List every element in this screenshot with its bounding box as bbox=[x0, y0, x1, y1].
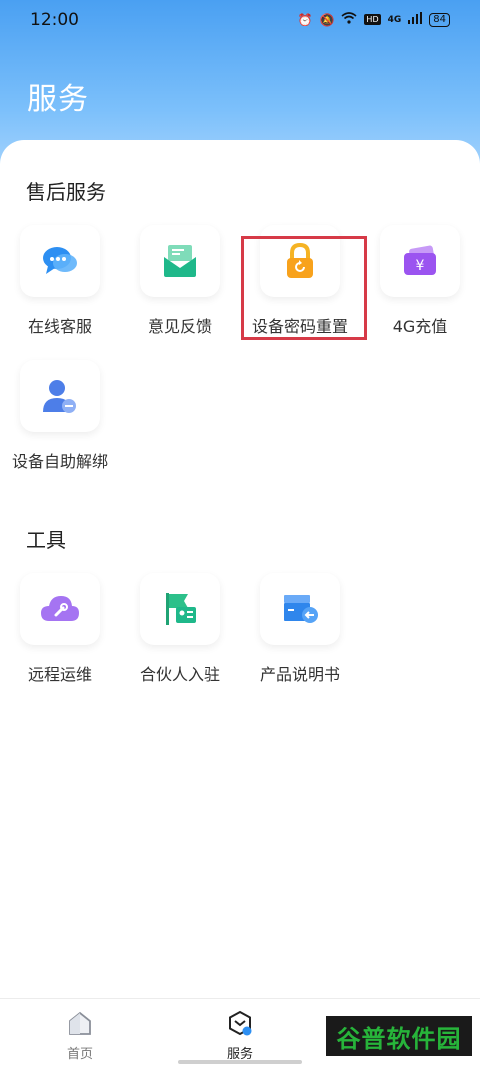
user-remove-icon bbox=[43, 380, 76, 413]
svg-text:¥: ¥ bbox=[416, 258, 425, 274]
tool-partner-join[interactable]: 合伙人入驻 bbox=[120, 573, 240, 698]
flag-id-card-icon bbox=[166, 593, 196, 625]
highlight-box bbox=[241, 236, 367, 340]
box-return-icon bbox=[284, 595, 318, 623]
status-bar: 12:00 ⏰ 🔕 HD 4G 84 bbox=[0, 0, 480, 40]
service-device-self-unbind[interactable]: 设备自助解绑 bbox=[0, 360, 120, 485]
wifi-icon bbox=[341, 12, 357, 27]
nav-home-label: 首页 bbox=[66, 1047, 93, 1062]
section-title-after-sales: 售后服务 bbox=[26, 180, 106, 204]
tool-label: 合伙人入驻 bbox=[139, 665, 220, 684]
content-card: 售后服务 在线客服 意见反馈 设备密码重置 ¥ 4G充值 设备自助解绑 工具 远… bbox=[0, 140, 480, 998]
tool-product-manual[interactable]: 产品说明书 bbox=[240, 573, 360, 698]
service-feedback[interactable]: 意见反馈 bbox=[120, 225, 240, 350]
service-label: 4G充值 bbox=[392, 317, 448, 336]
mute-icon: 🔕 bbox=[319, 12, 335, 27]
watermark: 谷普软件园 bbox=[326, 1016, 472, 1056]
service-online-support[interactable]: 在线客服 bbox=[0, 225, 120, 350]
home-icon bbox=[69, 1011, 91, 1035]
chat-bubbles-icon bbox=[43, 247, 77, 274]
hd-badge: HD bbox=[364, 14, 381, 25]
nav-home[interactable]: 首页 bbox=[40, 1009, 120, 1062]
wallet-yuan-icon: ¥ bbox=[404, 245, 436, 275]
envelope-icon bbox=[164, 245, 196, 277]
home-indicator bbox=[178, 1060, 302, 1064]
tool-remote-maintenance[interactable]: 远程运维 bbox=[0, 573, 120, 698]
battery-indicator: 84 bbox=[429, 12, 450, 27]
service-4g-recharge[interactable]: ¥ 4G充值 bbox=[360, 225, 480, 350]
network-label: 4G bbox=[387, 14, 402, 25]
tool-label: 产品说明书 bbox=[259, 665, 340, 684]
service-hexagon-icon bbox=[229, 1010, 252, 1036]
cloud-wrench-icon bbox=[41, 596, 79, 621]
service-label: 意见反馈 bbox=[147, 317, 212, 336]
alarm-icon: ⏰ bbox=[297, 12, 313, 27]
section-title-tools: 工具 bbox=[26, 528, 66, 552]
service-label: 设备自助解绑 bbox=[11, 452, 108, 471]
signal-icon bbox=[408, 12, 423, 27]
status-time: 12:00 bbox=[30, 10, 79, 30]
page-title: 服务 bbox=[27, 82, 89, 117]
status-icons: ⏰ 🔕 HD 4G 84 bbox=[298, 12, 450, 27]
nav-service[interactable]: 服务 bbox=[200, 1009, 280, 1062]
